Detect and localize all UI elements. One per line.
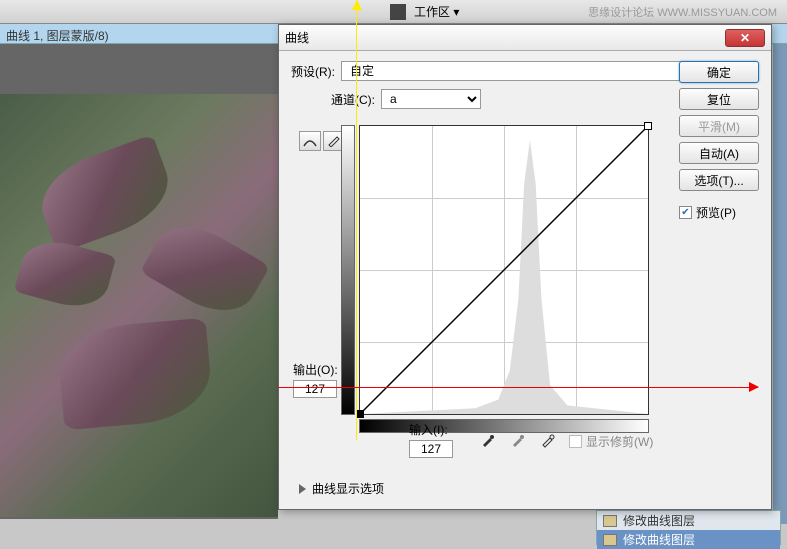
history-step-icon <box>603 515 617 527</box>
input-field[interactable] <box>409 440 453 458</box>
curve-line[interactable] <box>360 126 648 414</box>
eyedropper-gray-icon[interactable] <box>507 429 529 451</box>
smooth-button: 平滑(M) <box>679 115 759 137</box>
output-label: 输出(O): <box>293 361 338 378</box>
guide-horizontal <box>278 387 758 388</box>
output-field[interactable] <box>293 380 337 398</box>
guide-vertical-arrow <box>352 0 362 10</box>
show-clip-label: 显示修剪(W) <box>586 433 653 450</box>
expand-icon[interactable] <box>299 484 306 494</box>
curve-point-black[interactable] <box>356 410 364 418</box>
curve-point-white[interactable] <box>644 122 652 130</box>
dialog-title: 曲线 <box>285 29 725 46</box>
guide-horizontal-arrow <box>749 382 759 392</box>
curves-graph[interactable] <box>359 125 649 415</box>
channel-select[interactable]: a <box>381 89 481 109</box>
history-step-icon <box>603 534 617 546</box>
output-gradient <box>341 125 355 415</box>
preset-select[interactable]: 自定 <box>341 61 737 81</box>
preview-checkbox[interactable]: ✔ <box>679 206 692 219</box>
input-label: 输入(I): <box>409 421 453 438</box>
watermark: 思缘设计论坛 WWW.MISSYUAN.COM <box>588 4 777 20</box>
options-button[interactable]: 选项(T)... <box>679 169 759 191</box>
close-button[interactable]: ✕ <box>725 29 765 47</box>
curve-tool-icon[interactable] <box>299 131 321 151</box>
ok-button[interactable]: 确定 <box>679 61 759 83</box>
eyedropper-black-icon[interactable] <box>477 429 499 451</box>
display-options-label[interactable]: 曲线显示选项 <box>312 480 384 497</box>
channel-label: 通道(C): <box>331 91 375 108</box>
curves-dialog: 曲线 ✕ 预设(R): 自定 通道(C): a 确定 复位 平滑(M) 自动(A… <box>278 24 772 510</box>
auto-button[interactable]: 自动(A) <box>679 142 759 164</box>
history-panel: 修改曲线图层 修改曲线图层 <box>596 510 781 545</box>
show-clip-checkbox[interactable] <box>569 435 582 448</box>
preview-label: 预览(P) <box>696 204 736 221</box>
guide-vertical <box>356 0 357 440</box>
reset-button[interactable]: 复位 <box>679 88 759 110</box>
workspace-menu[interactable]: 工作区 ▾ <box>414 3 459 20</box>
document-image[interactable] <box>0 94 278 517</box>
history-item[interactable]: 修改曲线图层 <box>597 530 780 549</box>
panel-dock[interactable] <box>773 44 787 524</box>
preset-label: 预设(R): <box>291 63 335 80</box>
eyedropper-white-icon[interactable] <box>537 429 559 451</box>
history-item[interactable]: 修改曲线图层 <box>597 511 780 530</box>
br-icon[interactable] <box>390 4 406 20</box>
